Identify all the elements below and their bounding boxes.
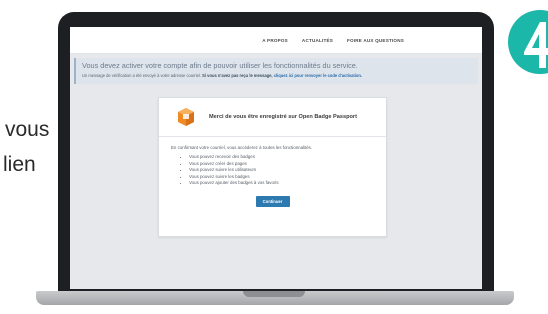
resend-activation-link[interactable]: cliquez ici pour renvoyer le code d'acti… xyxy=(274,73,362,78)
open-badge-passport-icon xyxy=(178,108,194,126)
alert-message-bold: Si vous n'avez pas reçu le message, xyxy=(202,73,273,78)
nav-link-a-propos[interactable]: A PROPOS xyxy=(262,38,288,43)
top-navbar: A PROPOS ACTUALITÉS FOIRE AUX QUESTIONS xyxy=(70,27,482,54)
nav-link-actualites[interactable]: ACTUALITÉS xyxy=(302,38,333,43)
list-item: Vous pouvez créer des pages xyxy=(189,161,374,168)
alert-title: Vous devez activer votre compte afin de … xyxy=(82,61,358,70)
slide-text-line-2: lien xyxy=(3,153,36,176)
card-intro: En confirmant votre courriel, vous accéd… xyxy=(171,145,313,150)
list-item: Vous pouvez recevoir des badges xyxy=(189,154,374,161)
slide-text-line-1: vous xyxy=(5,118,50,141)
card-header: Merci de vous être enregistré sur Open B… xyxy=(159,98,386,137)
alert-message-text: Un message de vérification a été envoyé … xyxy=(82,73,202,78)
card-title: Merci de vous être enregistré sur Open B… xyxy=(209,114,357,120)
feature-list: Vous pouvez recevoir des badges Vous pou… xyxy=(171,154,374,187)
nav-link-faq[interactable]: FOIRE AUX QUESTIONS xyxy=(347,38,404,43)
card-body: En confirmant votre courriel, vous accéd… xyxy=(159,137,386,207)
list-item: Vous pouvez suivre les utilisateurs xyxy=(189,167,374,174)
registration-card: Merci de vous être enregistré sur Open B… xyxy=(158,97,387,237)
list-item: Vous pouvez ajouter des badges à vos fav… xyxy=(189,180,374,187)
activation-alert: Vous devez activer votre compte afin de … xyxy=(74,58,478,84)
brand-logo-icon xyxy=(508,10,548,74)
list-item: Vous pouvez suivre les badges xyxy=(189,174,374,181)
alert-message: Un message de vérification a été envoyé … xyxy=(82,73,472,79)
laptop-notch xyxy=(243,291,305,297)
laptop-screen: A PROPOS ACTUALITÉS FOIRE AUX QUESTIONS … xyxy=(70,27,482,289)
continue-button[interactable]: Continuer xyxy=(255,195,290,207)
